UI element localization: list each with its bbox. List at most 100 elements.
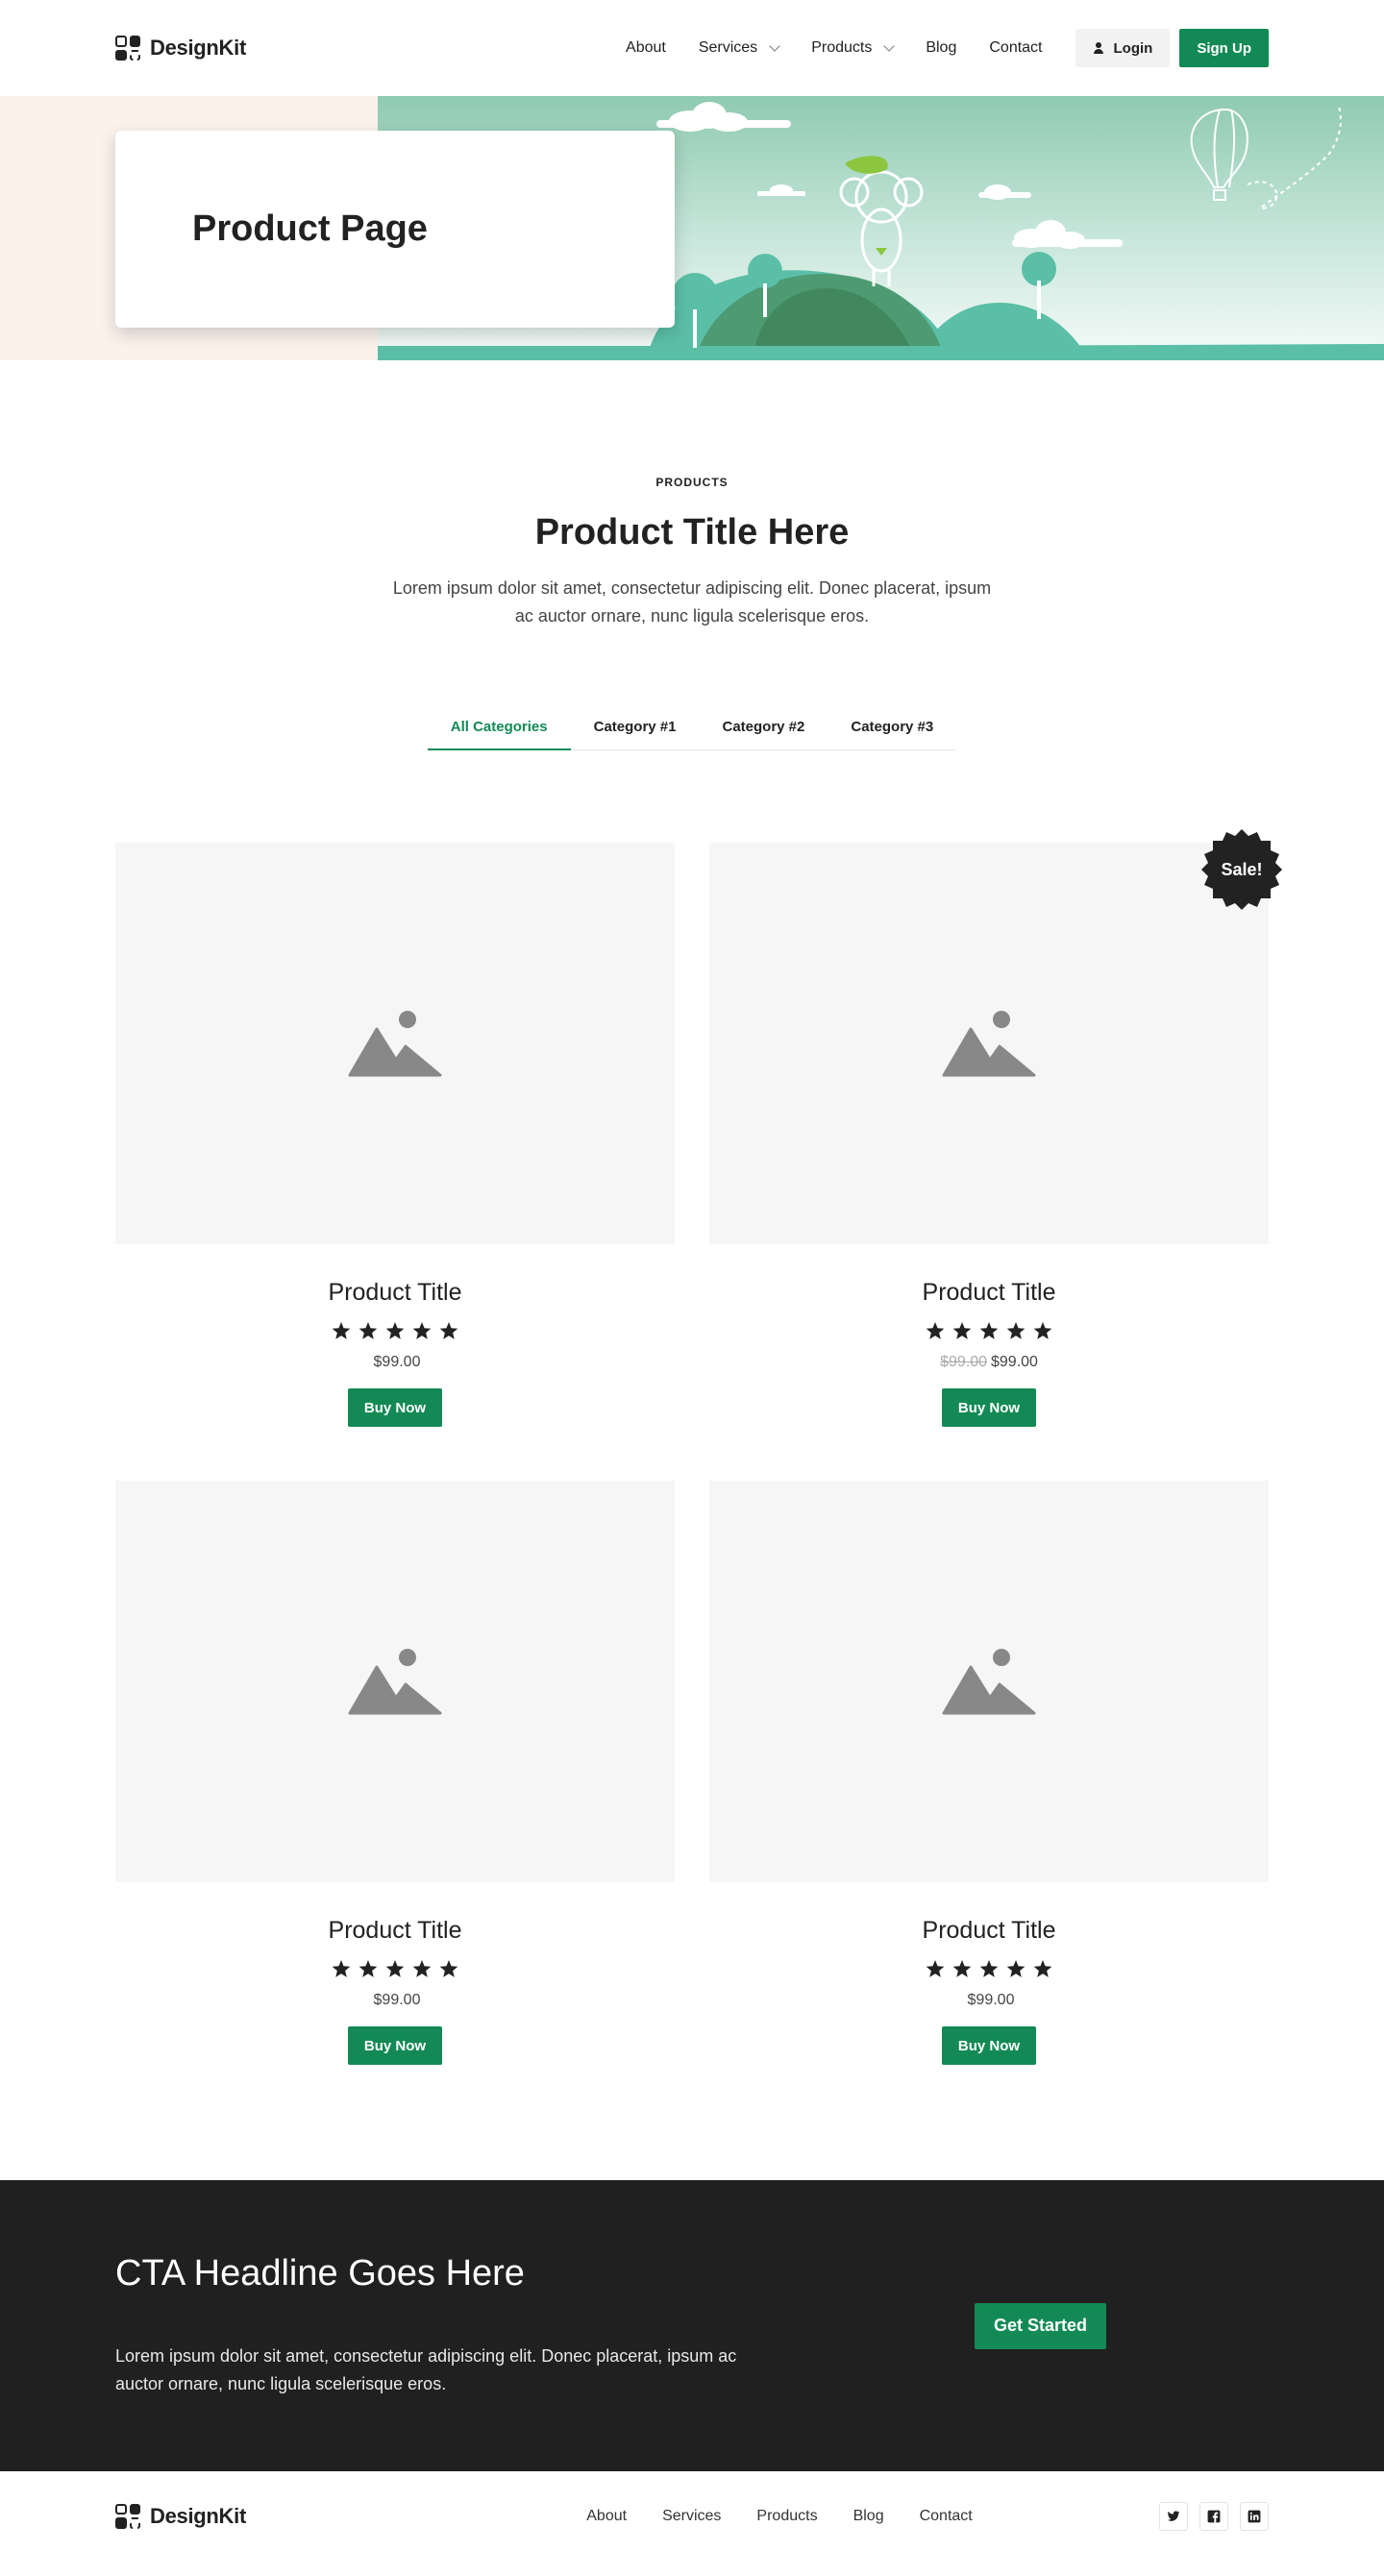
hero-title-card: Product Page xyxy=(115,131,675,328)
get-started-button[interactable]: Get Started xyxy=(974,2302,1106,2349)
star-icon xyxy=(926,1322,945,1339)
star-icon xyxy=(952,1322,972,1339)
nav-contact-label: Contact xyxy=(989,39,1043,56)
site-footer: DesignKit About Services Products Blog C… xyxy=(0,2471,1384,2561)
tab-all-categories[interactable]: All Categories xyxy=(427,719,571,750)
product-price: $99.00 xyxy=(115,1992,675,2009)
section-title: Product Title Here xyxy=(534,512,850,552)
page-title: Product Page xyxy=(192,209,428,249)
facebook-link[interactable] xyxy=(1199,2501,1228,2531)
nav-products-label: Products xyxy=(811,39,873,56)
twitter-link[interactable] xyxy=(1159,2501,1188,2531)
star-rating xyxy=(115,1322,675,1340)
image-placeholder-icon xyxy=(348,1649,442,1715)
product-grid: Product Title $99.00 Buy Now Sale! Produ… xyxy=(0,829,1384,2065)
section-eyebrow: PRODUCTS xyxy=(655,476,729,489)
product-image[interactable] xyxy=(115,843,675,1244)
logo-icon xyxy=(115,2503,140,2529)
footer-nav: About Services Products Blog Contact xyxy=(586,2508,972,2525)
twitter-icon xyxy=(1167,2510,1180,2521)
brand-logo[interactable]: DesignKit xyxy=(115,36,246,61)
star-rating xyxy=(709,1322,1269,1340)
chevron-down-icon xyxy=(883,40,895,52)
auth-buttons: Login Sign Up xyxy=(1075,29,1269,67)
cta-headline: CTA Headline Goes Here xyxy=(115,2253,525,2294)
site-header: DesignKit About Services Products Blog C… xyxy=(0,0,1384,96)
star-icon xyxy=(979,1960,999,1977)
buy-now-button[interactable]: Buy Now xyxy=(347,1388,443,1427)
star-icon xyxy=(1006,1322,1026,1339)
nav-products[interactable]: Products xyxy=(811,39,895,57)
nav-about-label: About xyxy=(626,39,666,56)
star-icon xyxy=(358,1322,378,1339)
linkedin-link[interactable] xyxy=(1240,2501,1269,2531)
brand-name: DesignKit xyxy=(150,36,246,60)
footer-link-products[interactable]: Products xyxy=(756,2508,817,2525)
product-title[interactable]: Product Title xyxy=(709,1279,1269,1307)
category-tabs: All Categories Category #1 Category #2 C… xyxy=(0,719,1384,750)
signup-button[interactable]: Sign Up xyxy=(1179,29,1269,67)
cta-section: CTA Headline Goes Here Lorem ipsum dolor… xyxy=(0,2180,1384,2471)
image-placeholder-icon xyxy=(942,1011,1036,1077)
chevron-down-icon xyxy=(769,40,780,52)
old-price: $99.00 xyxy=(940,1354,987,1370)
star-icon xyxy=(1033,1322,1052,1339)
star-rating xyxy=(709,1960,1269,1978)
nav-blog-label: Blog xyxy=(926,39,957,56)
product-title[interactable]: Product Title xyxy=(115,1917,675,1945)
linkedin-icon xyxy=(1248,2510,1261,2522)
footer-brand-name: DesignKit xyxy=(150,2503,246,2528)
hero-banner: Product Page xyxy=(0,96,1384,360)
current-price: $99.00 xyxy=(373,1992,421,2008)
product-image[interactable] xyxy=(709,843,1269,1244)
section-description: Lorem ipsum dolor sit amet, consectetur … xyxy=(392,578,992,626)
product-price: $99.00 xyxy=(709,1992,1269,2009)
buy-now-button[interactable]: Buy Now xyxy=(347,2026,443,2065)
product-title[interactable]: Product Title xyxy=(709,1917,1269,1945)
nav-contact[interactable]: Contact xyxy=(989,39,1042,57)
star-icon xyxy=(332,1960,351,1977)
current-price: $99.00 xyxy=(991,1354,1038,1370)
user-icon xyxy=(1093,42,1104,54)
star-icon xyxy=(926,1960,945,1977)
product-card: Product Title $99.00 Buy Now xyxy=(115,1481,675,2065)
tab-category-3[interactable]: Category #3 xyxy=(828,719,956,749)
product-title[interactable]: Product Title xyxy=(115,1279,675,1307)
footer-logo[interactable]: DesignKit xyxy=(115,2503,246,2529)
facebook-icon xyxy=(1207,2510,1221,2522)
footer-link-contact[interactable]: Contact xyxy=(920,2508,973,2525)
buy-now-button[interactable]: Buy Now xyxy=(941,2026,1037,2065)
star-icon xyxy=(358,1960,378,1977)
star-icon xyxy=(412,1322,432,1339)
login-button[interactable]: Login xyxy=(1075,29,1171,67)
footer-link-blog[interactable]: Blog xyxy=(853,2508,884,2525)
image-placeholder-icon xyxy=(942,1649,1036,1715)
product-card: Product Title $99.00 Buy Now xyxy=(709,1481,1269,2065)
image-placeholder-icon xyxy=(348,1011,442,1077)
tab-category-1[interactable]: Category #1 xyxy=(571,719,700,749)
product-card: Sale! Product Title $99.00 $99.00 Buy Now xyxy=(709,829,1282,1427)
tab-category-2[interactable]: Category #2 xyxy=(700,719,828,749)
nav-services[interactable]: Services xyxy=(698,39,780,57)
product-image[interactable] xyxy=(115,1481,675,1882)
sale-badge-label: Sale! xyxy=(1221,859,1263,879)
product-image[interactable] xyxy=(709,1481,1269,1882)
star-icon xyxy=(332,1322,351,1339)
nav-services-label: Services xyxy=(698,39,758,56)
footer-link-about[interactable]: About xyxy=(586,2508,627,2525)
star-icon xyxy=(385,1322,405,1339)
nav-blog[interactable]: Blog xyxy=(926,39,956,57)
product-price: $99.00 $99.00 xyxy=(709,1354,1269,1371)
main-nav: About Services Products Blog Contact xyxy=(626,39,1042,57)
star-icon xyxy=(439,1960,458,1977)
nav-about[interactable]: About xyxy=(626,39,666,57)
cta-text: Lorem ipsum dolor sit amet, consectetur … xyxy=(115,2346,737,2393)
login-label: Login xyxy=(1113,39,1153,57)
footer-link-services[interactable]: Services xyxy=(662,2508,721,2525)
star-icon xyxy=(952,1960,972,1977)
buy-now-button[interactable]: Buy Now xyxy=(941,1388,1037,1427)
product-price: $99.00 xyxy=(115,1354,675,1371)
star-icon xyxy=(979,1322,999,1339)
current-price: $99.00 xyxy=(373,1354,421,1370)
products-intro: PRODUCTS Product Title Here Lorem ipsum … xyxy=(0,360,1384,630)
